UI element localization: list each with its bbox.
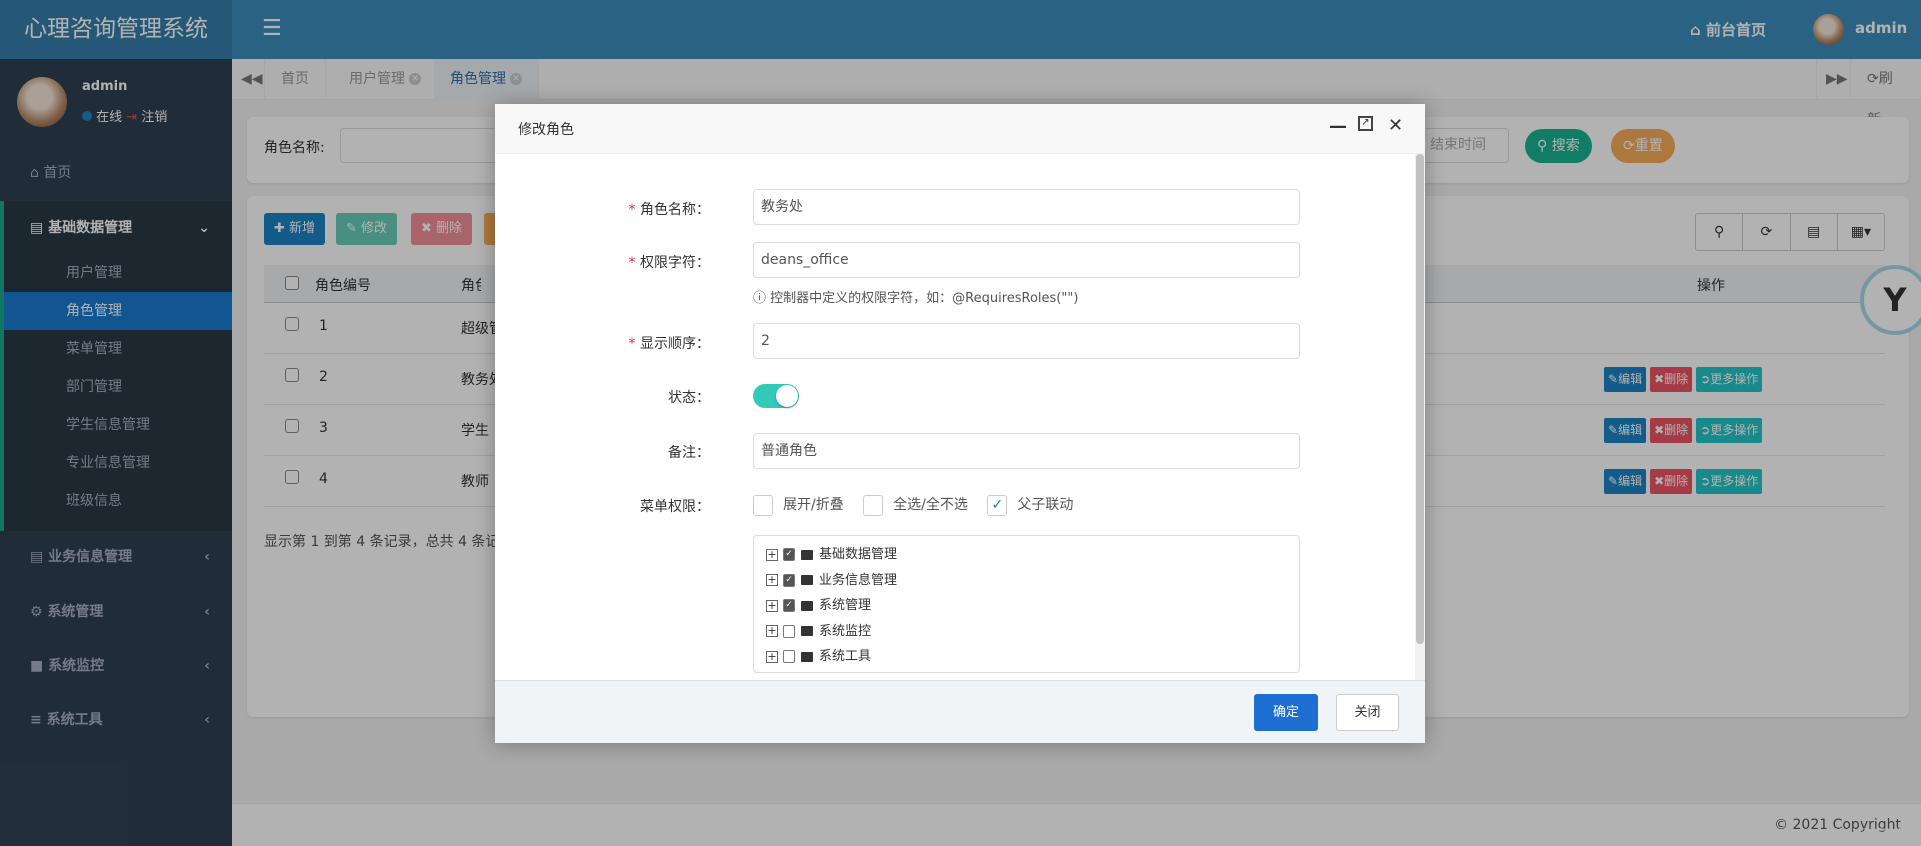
close-icon[interactable]: ✕ (1388, 115, 1403, 136)
tree-node-label: 系统监控 (819, 623, 872, 639)
parent-child-link-option[interactable]: ✓ 父子联动 (987, 494, 1073, 516)
role-name-label: * 角色名称： (628, 202, 710, 218)
edit-role-modal: 修改角色 — ↗ ✕ * 角色名称： 教务处 * 权限字符： deans_off… (495, 104, 1425, 743)
select-all-checkbox[interactable] (863, 494, 884, 516)
expand-icon[interactable]: + (766, 548, 778, 561)
expand-collapse-option[interactable]: 展开/折叠 (753, 494, 844, 516)
order-label: * 显示顺序： (628, 336, 710, 352)
role-name-input[interactable]: 教务处 (753, 189, 1300, 225)
tree-node-label: 基础数据管理 (819, 547, 898, 562)
folder-icon (801, 575, 813, 585)
role-key-hint: ⓘ 控制器中定义的权限字符，如：@RequiresRoles("") (753, 291, 1079, 306)
folder-icon (801, 651, 813, 662)
expand-icon[interactable]: + (766, 625, 778, 637)
tree-node[interactable]: + 系统监控 (766, 619, 871, 644)
toggle-knob (776, 385, 798, 407)
scrollbar-thumb[interactable] (1416, 154, 1424, 644)
expand-collapse-checkbox[interactable] (753, 494, 773, 516)
info-icon: ⓘ (753, 291, 771, 306)
menu-permission-label: 菜单权限： (640, 499, 710, 515)
tree-node-label: 业务信息管理 (819, 572, 898, 588)
modal-title: 修改角色 (518, 122, 574, 138)
remark-input[interactable]: 普通角色 (753, 433, 1300, 469)
expand-icon[interactable]: + (766, 599, 778, 612)
tree-node-label: 系统管理 (819, 598, 872, 613)
status-toggle[interactable] (753, 384, 799, 408)
expand-icon[interactable]: + (766, 574, 778, 586)
role-key-input[interactable]: deans_office (753, 242, 1300, 278)
folder-icon (801, 626, 813, 636)
expand-icon[interactable]: + (766, 650, 778, 663)
tree-node-checkbox[interactable] (783, 624, 795, 638)
tree-node[interactable]: + ✓ 业务信息管理 (766, 568, 897, 593)
tree-node-checkbox[interactable]: ✓ (783, 573, 795, 587)
minimize-icon[interactable]: — (1329, 116, 1347, 137)
menu-tree: + ✓ 基础数据管理 + ✓ 业务信息管理 + ✓ 系统管理 + 系统监控 + 系统工具 (753, 535, 1300, 673)
folder-icon (801, 600, 813, 611)
confirm-button[interactable]: 确定 (1254, 694, 1318, 731)
modal-footer: 确定 关闭 (495, 680, 1425, 743)
tree-node[interactable]: + ✓ 基础数据管理 (766, 542, 897, 567)
order-input[interactable]: 2 (753, 323, 1300, 359)
remark-label: 备注： (668, 445, 710, 461)
tree-node-checkbox[interactable]: ✓ (783, 548, 795, 561)
tree-node-label: 系统工具 (819, 649, 872, 664)
close-button[interactable]: 关闭 (1336, 694, 1399, 731)
modal-scrollbar[interactable] (1415, 154, 1425, 680)
maximize-icon[interactable]: ↗ (1358, 116, 1373, 131)
folder-icon (801, 549, 813, 560)
menu-options: 展开/折叠 全选/全不选 ✓ 父子联动 (753, 494, 1088, 516)
tree-node[interactable]: + 系统工具 (766, 644, 871, 669)
parent-child-link-checkbox[interactable]: ✓ (987, 494, 1008, 516)
select-all-option[interactable]: 全选/全不选 (863, 494, 968, 516)
tree-node-checkbox[interactable]: ✓ (783, 599, 795, 612)
tree-node[interactable]: + ✓ 系统管理 (766, 593, 871, 618)
modal-header: 修改角色 — ↗ ✕ (495, 104, 1425, 154)
tree-node-checkbox[interactable] (783, 650, 795, 663)
status-label: 状态： (668, 390, 710, 406)
role-key-label: * 权限字符： (628, 255, 710, 271)
